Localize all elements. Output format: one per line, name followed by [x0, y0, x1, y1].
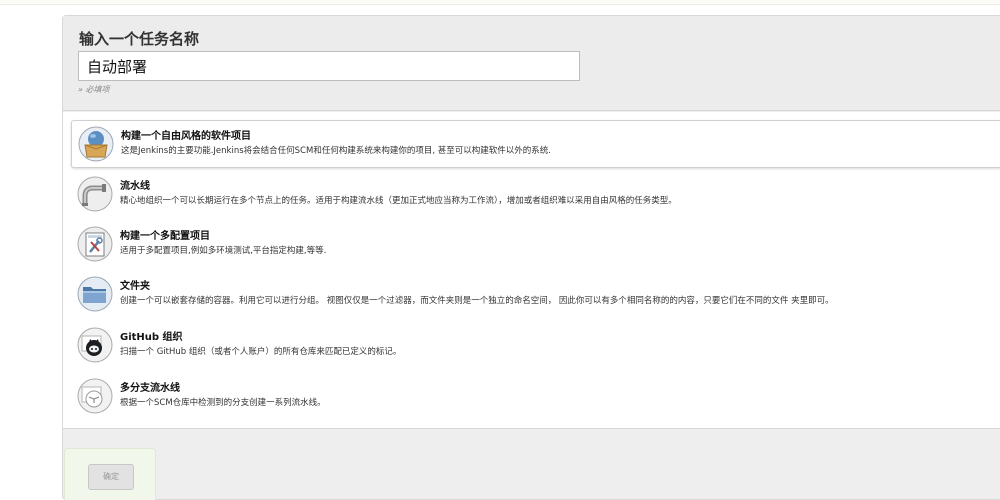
top-strip — [0, 0, 1000, 5]
multi-configuration-icon — [77, 226, 113, 262]
folder-icon — [77, 276, 113, 312]
project-type-description: 适用于多配置项目,例如多环境测试,平台指定构建,等等. — [120, 246, 327, 256]
project-type-title: 流水线 — [120, 181, 150, 192]
required-hint: » 必填项 — [78, 85, 110, 94]
multibranch-pipeline-icon — [77, 378, 113, 414]
item-name-label: 输入一个任务名称 — [79, 30, 200, 48]
project-type-multibranch-pipeline[interactable]: 多分支流水线 根据一个SCM仓库中检测到的分支创建一系列流水线。 — [71, 373, 1000, 421]
project-type-title: 构建一个自由风格的软件项目 — [121, 131, 251, 142]
project-type-description: 扫描一个 GitHub 组织（或者个人账户）的所有仓库来匹配已定义的标记。 — [120, 347, 402, 357]
project-type-description: 创建一个可以嵌套存储的容器。利用它可以进行分组。 视图仅仅是一个过滤器，而文件夹… — [120, 296, 834, 306]
item-name-input[interactable] — [78, 51, 580, 81]
item-name-section: 输入一个任务名称 » 必填项 — [63, 16, 1000, 111]
project-type-title: 多分支流水线 — [120, 383, 180, 394]
project-type-list: 构建一个自由风格的软件项目 这是Jenkins的主要功能.Jenkins将会结合… — [63, 112, 1000, 429]
project-type-title: 文件夹 — [120, 281, 150, 292]
ok-button[interactable]: 确定 — [88, 464, 134, 490]
project-type-github-organization[interactable]: GitHub 组织 扫描一个 GitHub 组织（或者个人账户）的所有仓库来匹配… — [71, 322, 1000, 370]
project-type-title: 构建一个多配置项目 — [120, 231, 210, 242]
pipeline-icon — [77, 176, 113, 212]
freestyle-project-icon — [78, 126, 114, 162]
project-type-pipeline[interactable]: 流水线 精心地组织一个可以长期运行在多个节点上的任务。适用于构建流水线（更加正式… — [71, 171, 1000, 219]
project-type-title: GitHub 组织 — [120, 332, 183, 343]
footer-button-bar: 确定 — [64, 448, 156, 500]
project-type-description: 这是Jenkins的主要功能.Jenkins将会结合任何SCM和任何构建系统来构… — [121, 146, 551, 156]
new-item-panel: 输入一个任务名称 » 必填项 构建一个自由风格的软件项目 这是Jenkins的主… — [62, 15, 1000, 500]
project-type-freestyle[interactable]: 构建一个自由风格的软件项目 这是Jenkins的主要功能.Jenkins将会结合… — [71, 120, 1000, 168]
project-type-description: 根据一个SCM仓库中检测到的分支创建一系列流水线。 — [120, 398, 326, 408]
github-icon — [77, 327, 113, 363]
project-type-folder[interactable]: 文件夹 创建一个可以嵌套存储的容器。利用它可以进行分组。 视图仅仅是一个过滤器，… — [71, 271, 1000, 319]
project-type-multi-configuration[interactable]: 构建一个多配置项目 适用于多配置项目,例如多环境测试,平台指定构建,等等. — [71, 221, 1000, 269]
project-type-description: 精心地组织一个可以长期运行在多个节点上的任务。适用于构建流水线（更加正式地应当称… — [120, 196, 677, 206]
